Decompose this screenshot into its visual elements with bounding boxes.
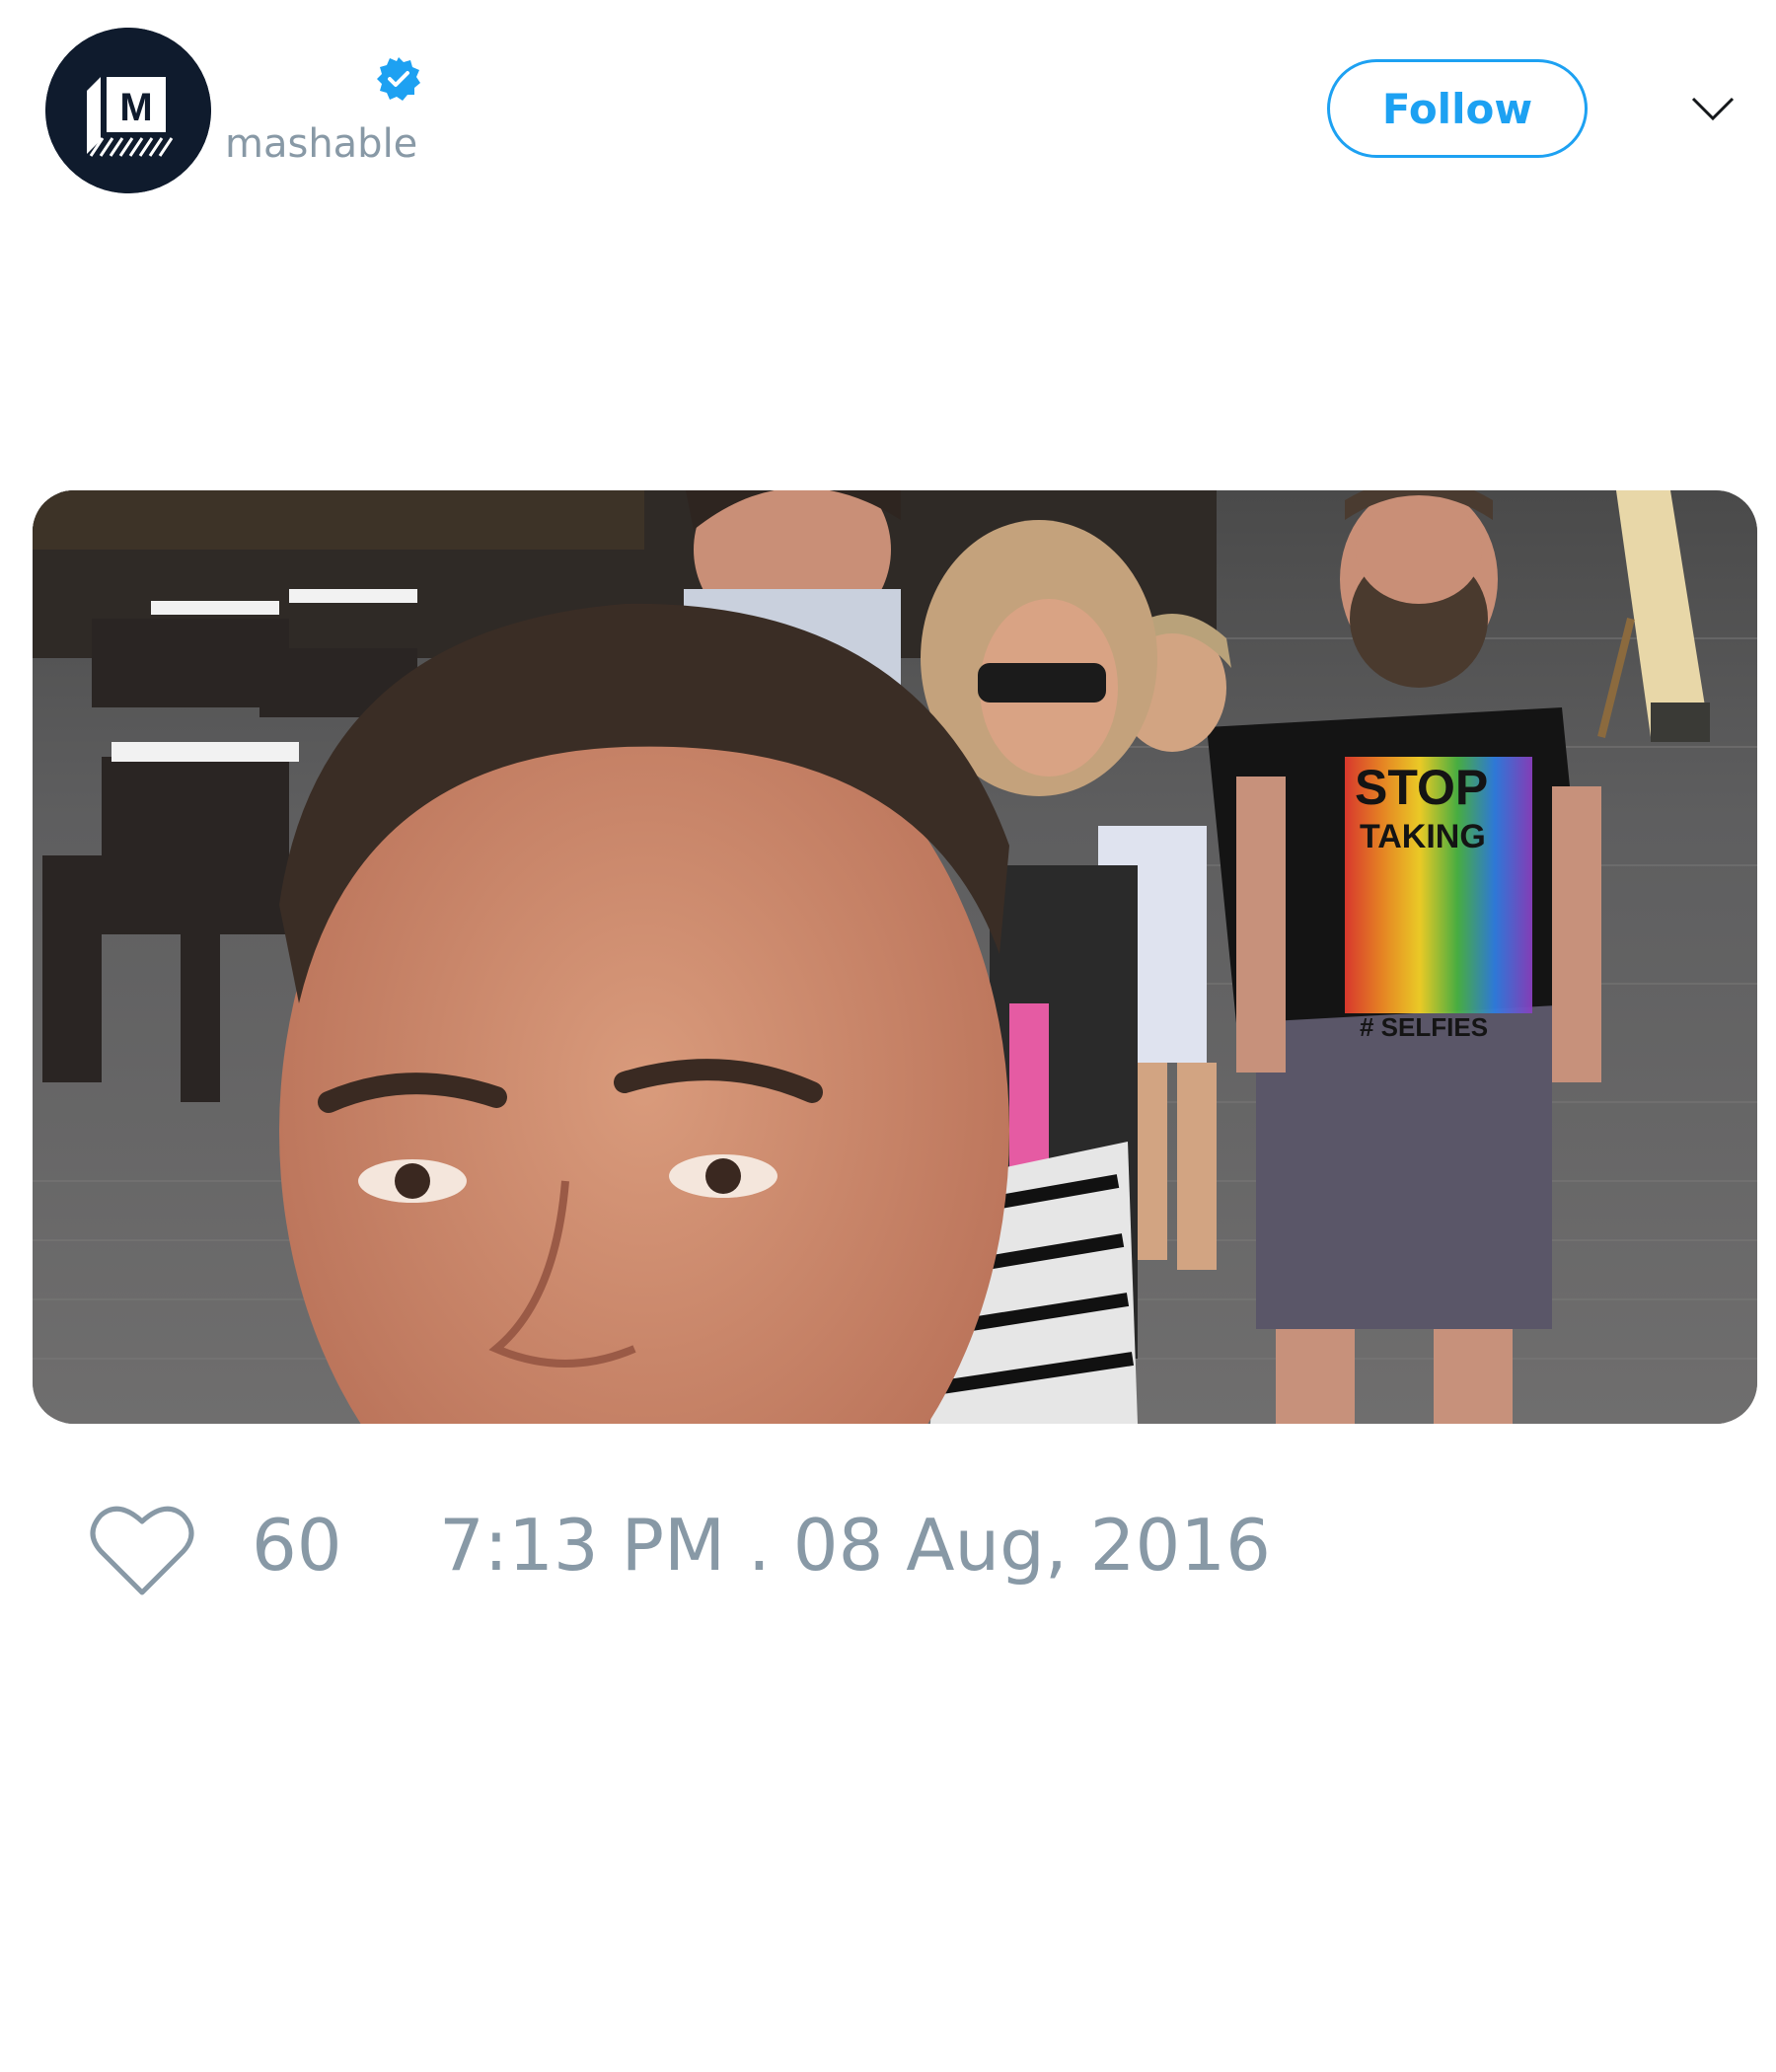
follow-button[interactable]: Follow xyxy=(1327,59,1588,158)
avatar-letter: M xyxy=(119,86,152,129)
verified-badge-icon xyxy=(375,55,422,103)
like-count: 60 xyxy=(252,1504,342,1587)
shirt-text-line1: STOP xyxy=(1355,760,1488,815)
shirt-text-line2: TAKING xyxy=(1360,818,1486,855)
user-handle[interactable]: mashable xyxy=(225,124,417,164)
tweet-timestamp[interactable]: 7:13 PM . 08 Aug, 2016 xyxy=(439,1510,1271,1581)
tweet-photo[interactable]: STOP TAKING # SELFIES xyxy=(33,490,1757,1424)
heart-icon[interactable] xyxy=(89,1502,195,1600)
avatar[interactable]: M xyxy=(45,28,211,193)
mashable-logo-icon: M xyxy=(45,28,211,193)
shirt-text-line3: # SELFIES xyxy=(1360,1012,1488,1042)
selfie-photo-illustration: STOP TAKING # SELFIES xyxy=(33,490,1757,1424)
chevron-down-icon[interactable] xyxy=(1689,89,1737,128)
